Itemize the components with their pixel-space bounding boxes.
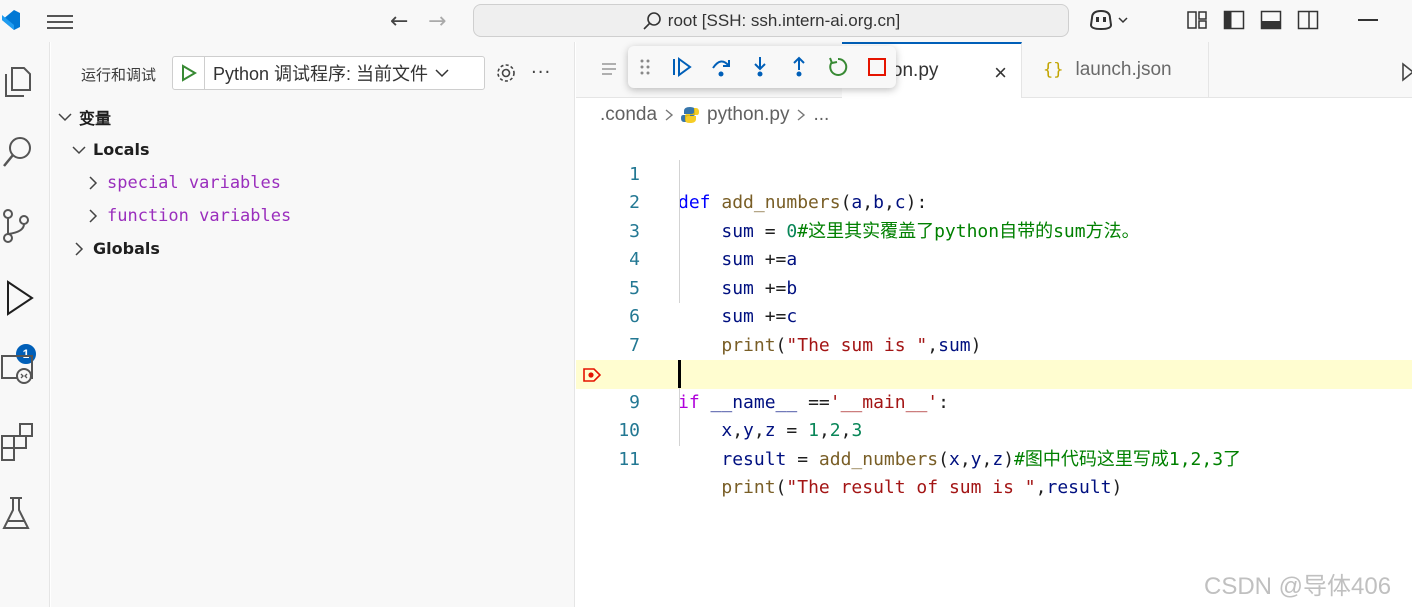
watermark: CSDN @导体406 [1204, 573, 1392, 600]
more-actions-icon[interactable]: ··· [531, 62, 551, 83]
step-out-button[interactable] [779, 52, 818, 82]
continue-icon [672, 57, 692, 77]
function-variables-label: function variables [107, 205, 292, 226]
debug-config-dropdown[interactable]: Python 调试程序: 当前文件 [172, 56, 485, 90]
forward-arrow-icon[interactable]: → [428, 9, 446, 34]
chevron-right-icon [75, 241, 84, 256]
gear-icon[interactable] [495, 62, 517, 84]
tree-item-globals[interactable]: Globals [51, 232, 575, 265]
activity-bar: 1 [0, 42, 50, 607]
code-line: 11 print("The result of sum is ",result) [576, 417, 1412, 499]
start-debugging-button[interactable] [173, 57, 205, 89]
continue-button[interactable] [662, 52, 701, 82]
code-line: 8 if __name__ =='__main__': [576, 332, 1412, 413]
chevron-down-icon [72, 145, 86, 154]
breadcrumb: .conda python.py ... [600, 104, 829, 126]
code-line: 1 def add_numbers(a,b,c): [576, 132, 1412, 214]
sidebar-title: 运行和调试 [81, 66, 157, 84]
json-icon: {} [1043, 60, 1064, 80]
tree-item-locals[interactable]: Locals [51, 133, 575, 166]
command-center-label: root [SSH: ssh.intern-ai.org.cn] [667, 10, 901, 30]
source-control-icon[interactable] [2, 206, 42, 246]
step-into-button[interactable] [740, 52, 779, 82]
code-line: 7 [576, 303, 1412, 356]
breadcrumb-folder[interactable]: .conda [600, 104, 657, 126]
run-debug-sidebar: 运行和调试 Python 调试程序: 当前文件 ··· 变量 Locals sp… [51, 42, 575, 607]
tab-label: launch.json [1075, 59, 1172, 80]
search-icon [643, 11, 661, 30]
play-icon [181, 64, 197, 82]
code-line: 6 print("The sum is ",sum) [576, 275, 1412, 356]
drag-handle-icon[interactable] [638, 58, 652, 76]
code-line-current: 9 x,y,z = 1,2,3 [576, 360, 1412, 441]
step-over-icon [711, 60, 730, 77]
menu-icon[interactable] [47, 12, 73, 30]
tab-launch-json[interactable]: {} launch.json [1023, 42, 1209, 98]
vscode-logo-icon [2, 10, 20, 30]
step-into-icon [753, 57, 766, 77]
tree-item-special-variables[interactable]: special variables [51, 166, 575, 199]
indent-guide [679, 160, 680, 303]
chevron-right-icon [89, 208, 98, 223]
code-line: 4 sum +=b [576, 218, 1412, 299]
copilot-button[interactable] [1088, 8, 1129, 32]
chevron-down-icon [435, 69, 449, 78]
customize-layout-icon[interactable] [1186, 10, 1208, 30]
testing-icon[interactable] [0, 494, 40, 534]
globals-label: Globals [93, 239, 160, 258]
cursor-marker [678, 360, 681, 388]
special-variables-label: special variables [107, 172, 281, 193]
restart-button[interactable] [818, 52, 857, 82]
code-line: 10 result = add_numbers(x,y,z)#图中代码这里写成1… [576, 389, 1412, 470]
search-icon[interactable] [2, 134, 42, 174]
command-center[interactable]: root [SSH: ssh.intern-ai.org.cn] [473, 4, 1069, 37]
breadcrumb-ellipsis[interactable]: ... [813, 104, 829, 126]
copilot-icon [1089, 9, 1113, 31]
chevron-down-icon [58, 112, 72, 121]
debug-toolbar [628, 46, 896, 88]
code-line: 2 sum = 0#这里其实覆盖了python自带的sum方法。 [576, 161, 1412, 242]
tree-item-function-variables[interactable]: function variables [51, 199, 575, 232]
breakpoint-current-icon[interactable] [583, 367, 601, 383]
step-over-button[interactable] [701, 52, 740, 82]
extensions-icon[interactable] [0, 422, 40, 462]
variables-tree: 变量 Locals special variables function var… [51, 100, 575, 265]
run-debug-icon[interactable] [0, 278, 40, 318]
variables-section-label: 变量 [79, 108, 112, 128]
explorer-icon[interactable] [2, 62, 42, 102]
line-number: 11 [618, 448, 640, 470]
restart-icon [828, 57, 847, 76]
run-file-icon[interactable] [1402, 62, 1412, 82]
remote-explorer-icon[interactable] [0, 350, 40, 390]
list-icon[interactable] [602, 63, 616, 75]
chevron-right-icon [665, 109, 674, 121]
toggle-primary-sidebar-icon[interactable] [1223, 10, 1245, 30]
back-arrow-icon[interactable]: ← [390, 9, 408, 34]
close-icon[interactable]: × [994, 60, 1007, 86]
variables-section-header[interactable]: 变量 [51, 100, 575, 133]
code-editor[interactable]: 1 def add_numbers(a,b,c): 2 sum = 0#这里其实… [576, 132, 1412, 592]
toggle-secondary-sidebar-icon[interactable] [1297, 10, 1319, 30]
minimize-button[interactable] [1358, 19, 1378, 21]
chevron-right-icon [89, 175, 98, 190]
title-bar: ← → root [SSH: ssh.intern-ai.org.cn] [0, 0, 1412, 42]
chevron-right-icon [798, 109, 806, 121]
code-line: 5 sum +=c [576, 246, 1412, 328]
code-line: 3 sum +=a [576, 189, 1412, 271]
chevron-down-icon [1118, 17, 1128, 24]
breadcrumb-file[interactable]: python.py [707, 104, 789, 126]
debug-config-label: Python 调试程序: 当前文件 [213, 64, 429, 84]
toggle-panel-icon[interactable] [1260, 10, 1282, 30]
step-out-icon [792, 56, 805, 77]
python-file-icon [681, 107, 700, 123]
stop-button[interactable] [857, 52, 896, 82]
stop-icon [867, 58, 886, 76]
locals-label: Locals [93, 140, 150, 159]
